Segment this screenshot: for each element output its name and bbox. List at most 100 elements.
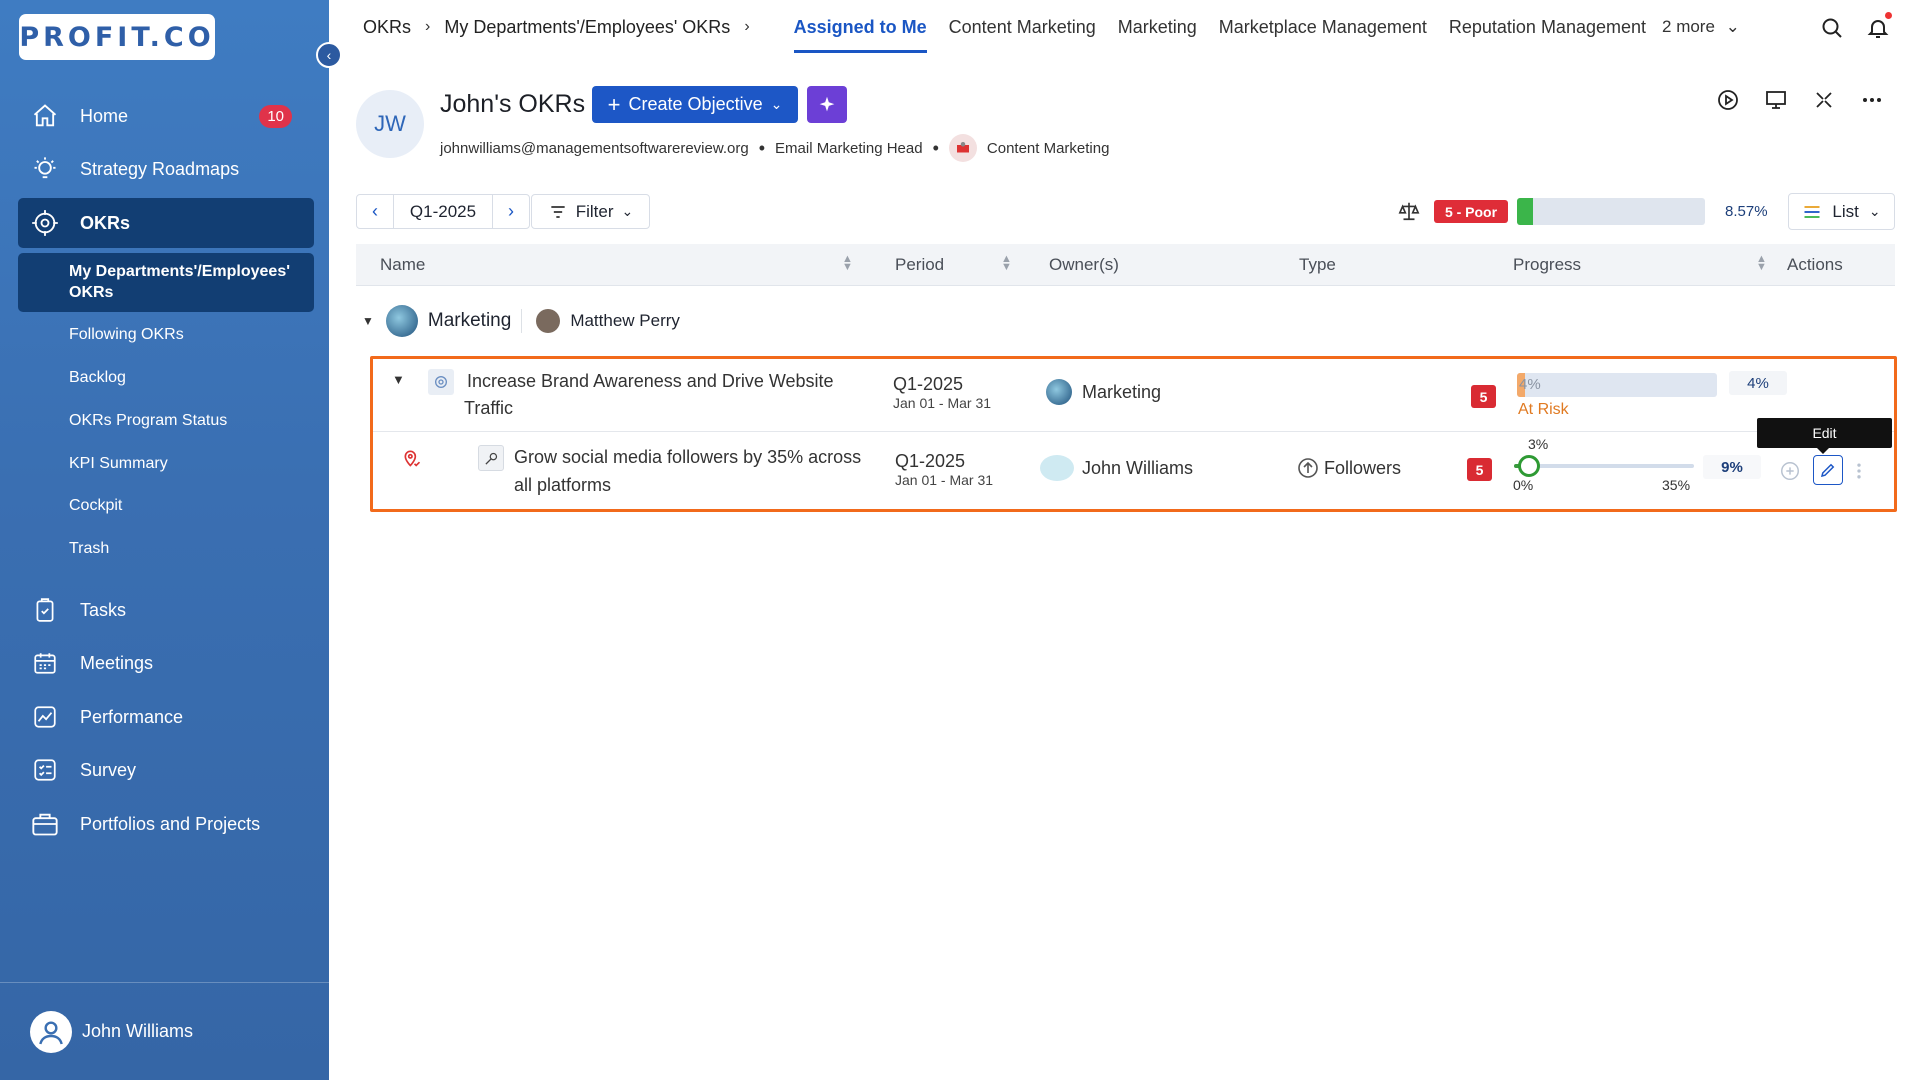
sparkle-icon: [819, 96, 835, 111]
sidebar-item-tasks[interactable]: Tasks: [18, 586, 314, 634]
create-objective-button[interactable]: + Create Objective ⌄: [592, 86, 798, 123]
user-role: Email Marketing Head: [775, 139, 923, 157]
briefcase-icon: [28, 807, 62, 841]
next-period-button[interactable]: ›: [493, 195, 529, 228]
caret-down-icon[interactable]: ▼: [392, 372, 405, 387]
sidebar-subitem-backlog[interactable]: Backlog: [69, 369, 126, 387]
top-navigation: OKRs › My Departments'/Employees' OKRs ›…: [329, 0, 1920, 54]
objective-icon: [428, 369, 454, 395]
breadcrumb-okrs[interactable]: OKRs: [363, 17, 411, 38]
chevron-down-icon: ⌄: [621, 203, 634, 219]
group-row-marketing: ▼ Marketing Matthew Perry: [356, 294, 1895, 348]
more-vertical-icon[interactable]: [1855, 461, 1863, 486]
period-value[interactable]: Q1-2025: [393, 195, 493, 228]
caret-down-icon[interactable]: ▼: [362, 314, 374, 328]
column-header-name[interactable]: Name: [380, 255, 425, 275]
group-name: Marketing: [427, 310, 512, 331]
filter-label: Filter: [575, 201, 614, 221]
user-profile[interactable]: John Williams: [0, 982, 329, 1080]
plus-icon: +: [607, 91, 621, 117]
play-icon[interactable]: [1716, 88, 1740, 117]
sidebar-subitem-cockpit[interactable]: Cockpit: [69, 497, 122, 515]
home-icon: [28, 99, 62, 133]
key-result-slider[interactable]: [1514, 455, 1694, 477]
tab-marketplace-management[interactable]: Marketplace Management: [1219, 17, 1427, 38]
objective-name-cont[interactable]: Traffic: [464, 398, 513, 419]
sidebar-item-label: OKRs: [80, 212, 131, 233]
list-icon: [1804, 205, 1820, 218]
column-header-progress[interactable]: Progress: [1513, 255, 1581, 275]
home-count-badge: 10: [259, 104, 292, 128]
sidebar-item-okrs[interactable]: OKRs: [18, 198, 314, 248]
objective-owner: Marketing: [1046, 379, 1161, 405]
survey-list-icon: [28, 753, 62, 787]
sidebar-item-survey[interactable]: Survey: [18, 746, 314, 794]
sidebar-item-label: Strategy Roadmaps: [80, 158, 240, 179]
chevron-left-icon: ‹: [326, 47, 332, 63]
key-result-type-label: Followers: [1324, 457, 1402, 478]
column-header-period[interactable]: Period: [895, 255, 944, 275]
key-result-percent: 9%: [1703, 455, 1761, 479]
presentation-icon[interactable]: [1764, 88, 1788, 117]
objective-name[interactable]: Increase Brand Awareness and Drive Websi…: [467, 371, 834, 392]
tab-reputation-management[interactable]: Reputation Management: [1449, 17, 1646, 38]
more-options-icon[interactable]: [1860, 88, 1884, 117]
view-mode-dropdown[interactable]: List ⌄: [1788, 193, 1895, 230]
breadcrumb-chevron-icon: ›: [425, 18, 431, 35]
sidebar-item-label: Portfolios and Projects: [80, 813, 261, 834]
objective-dates: Jan 01 - Mar 31: [893, 395, 992, 411]
sidebar-subitem-kpi-summary[interactable]: KPI Summary: [69, 455, 168, 473]
top-icons: [1820, 12, 1892, 45]
sidebar-subitem-label: My Departments'/Employees' OKRs: [69, 263, 291, 301]
key-result-name[interactable]: Grow social media followers by 35% acros…: [514, 447, 861, 468]
tab-assigned-to-me[interactable]: Assigned to Me: [793, 17, 927, 53]
previous-period-button[interactable]: ‹: [357, 195, 393, 228]
key-result-icon: [478, 445, 504, 471]
marketing-logo-icon: [1046, 379, 1072, 405]
add-circle-icon[interactable]: [1779, 460, 1801, 487]
edit-button[interactable]: [1813, 455, 1843, 485]
ai-assist-button[interactable]: [807, 86, 847, 123]
objective-progress-bar[interactable]: [1517, 373, 1717, 397]
key-result-type: Followers: [1296, 456, 1401, 480]
owner-avatar: [1040, 455, 1074, 481]
search-icon[interactable]: [1820, 16, 1844, 45]
sort-icon[interactable]: ▲ ▼: [1756, 254, 1767, 273]
sidebar-item-portfolios[interactable]: Portfolios and Projects: [18, 800, 314, 848]
overall-progress-percent: 8.57%: [1725, 203, 1768, 220]
sidebar-subitem-my-departments-okrs[interactable]: My Departments'/Employees' OKRs: [18, 253, 314, 312]
sidebar-item-label: Home: [80, 105, 129, 126]
collapse-arrows-icon[interactable]: [1812, 88, 1836, 117]
tab-marketing[interactable]: Marketing: [1118, 17, 1197, 38]
column-header-actions: Actions: [1787, 255, 1843, 274]
sidebar-collapse-button[interactable]: ‹: [316, 42, 342, 68]
key-result-owner-name: John Williams: [1082, 457, 1194, 478]
column-header-type: Type: [1299, 255, 1336, 274]
notification-dot: [1885, 12, 1892, 19]
objective-score-badge: 5: [1471, 385, 1496, 408]
more-tabs-label: 2 more: [1662, 17, 1715, 36]
sidebar-subitem-following-okrs[interactable]: Following OKRs: [69, 326, 184, 344]
filter-button[interactable]: Filter ⌄: [531, 194, 650, 229]
user-initials-avatar: JW: [356, 90, 424, 158]
profit-co-logo[interactable]: PROFIT.CO: [19, 14, 215, 60]
breadcrumb-current[interactable]: My Departments'/Employees' OKRs: [444, 17, 730, 38]
balance-scale-icon[interactable]: [1398, 200, 1420, 227]
tab-content-marketing[interactable]: Content Marketing: [949, 17, 1096, 38]
sidebar-item-meetings[interactable]: Meetings: [18, 639, 314, 687]
sidebar-item-strategy-roadmaps[interactable]: Strategy Roadmaps: [18, 145, 314, 193]
user-department[interactable]: Content Marketing: [987, 140, 1110, 157]
key-result-owner: John Williams: [1040, 455, 1193, 481]
sidebar-subitem-okrs-program-status[interactable]: OKRs Program Status: [69, 412, 227, 430]
sidebar-item-performance[interactable]: Performance: [18, 693, 314, 741]
sort-icon[interactable]: ▲ ▼: [842, 254, 853, 273]
notification-bell-icon[interactable]: [1866, 12, 1892, 45]
lightbulb-icon: [28, 152, 62, 186]
separator-dot: •: [758, 137, 766, 158]
sort-icon[interactable]: ▲ ▼: [1001, 254, 1012, 273]
more-tabs-dropdown[interactable]: 2 more ⌄: [1662, 17, 1740, 37]
key-result-name-cont[interactable]: all platforms: [514, 475, 611, 496]
sidebar-item-home[interactable]: Home 10: [18, 92, 314, 140]
sidebar-subitem-trash[interactable]: Trash: [69, 540, 109, 558]
user-name: John Williams: [82, 1021, 194, 1041]
